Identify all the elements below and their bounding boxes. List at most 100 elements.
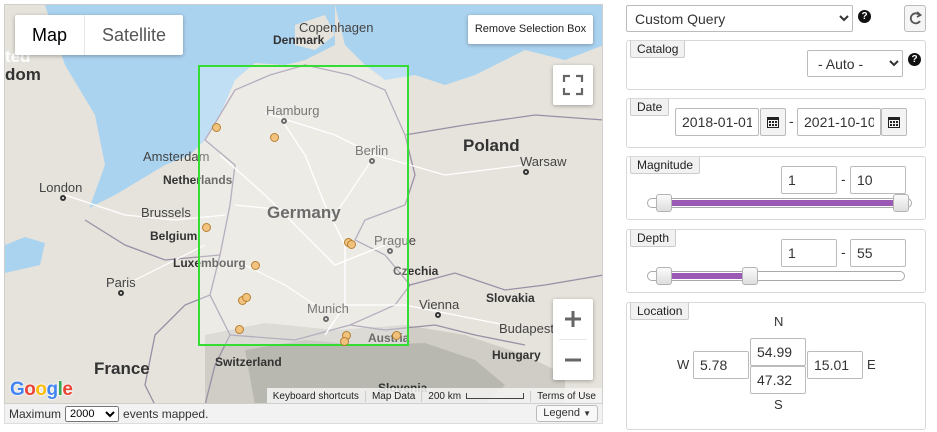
depth-panel: Depth - xyxy=(626,229,926,293)
max-events-select[interactable]: 2000 xyxy=(65,405,120,422)
east-input[interactable] xyxy=(807,351,863,379)
map-type-satellite-button[interactable]: Satellite xyxy=(85,15,183,55)
max-events-suffix: events mapped. xyxy=(123,406,209,421)
scale-indicator[interactable]: 200 km xyxy=(421,390,530,402)
city-dot xyxy=(523,169,529,175)
depth-label: Depth xyxy=(630,230,677,247)
label-denmark: Denmark xyxy=(273,33,325,47)
magnitude-max-handle[interactable] xyxy=(893,194,909,212)
legend-label: Legend xyxy=(543,407,581,419)
google-logo: Google xyxy=(10,379,73,400)
date-from-calendar-button[interactable] xyxy=(760,108,786,136)
label-london: London xyxy=(39,180,83,195)
east-label: E xyxy=(867,357,876,372)
location-label: Location xyxy=(630,303,690,320)
label-poland: Poland xyxy=(463,136,520,155)
minus-icon xyxy=(565,358,581,362)
magnitude-min-input[interactable] xyxy=(781,166,837,194)
map-type-control: Map Satellite xyxy=(15,15,184,55)
event-marker[interactable] xyxy=(347,240,356,249)
caret-down-icon: ▼ xyxy=(583,409,591,418)
label-switzerland: Switzerland xyxy=(215,355,282,369)
zoom-out-button[interactable] xyxy=(553,339,593,379)
date-separator: - xyxy=(789,113,794,129)
depth-max-input[interactable] xyxy=(850,239,906,267)
label-copenhagen: Copenhagen xyxy=(299,20,374,35)
date-panel: Date - xyxy=(626,98,926,148)
label-france: France xyxy=(94,359,150,378)
depth-min-input[interactable] xyxy=(781,239,837,267)
calendar-icon xyxy=(767,117,779,128)
calendar-icon xyxy=(888,117,900,128)
west-input[interactable] xyxy=(693,351,749,379)
south-input[interactable] xyxy=(750,366,806,394)
label-belgium: Belgium xyxy=(150,229,198,243)
refresh-icon xyxy=(909,11,923,25)
west-label: W xyxy=(677,357,690,372)
terms-of-use-link[interactable]: Terms of Use xyxy=(530,390,602,402)
date-to-input[interactable] xyxy=(797,108,881,136)
magnitude-slider-range xyxy=(664,200,901,206)
date-from-input[interactable] xyxy=(675,108,759,136)
magnitude-max-input[interactable] xyxy=(850,166,906,194)
depth-slider[interactable] xyxy=(647,267,905,285)
depth-separator: - xyxy=(841,244,846,260)
event-marker[interactable] xyxy=(340,337,349,346)
legend-button[interactable]: Legend ▼ xyxy=(536,405,598,422)
city-dot xyxy=(60,195,66,201)
scale-label: 200 km xyxy=(428,390,462,402)
fullscreen-button[interactable] xyxy=(553,65,593,105)
map-attribution: Keyboard shortcuts Map Data 200 km Terms… xyxy=(266,388,602,403)
north-input[interactable] xyxy=(750,338,806,366)
query-help-icon[interactable]: ? xyxy=(858,10,871,23)
magnitude-separator: - xyxy=(841,171,846,187)
catalog-panel: Catalog - Auto - ? xyxy=(626,40,926,90)
event-marker[interactable] xyxy=(212,123,221,132)
zoom-control xyxy=(553,299,593,380)
event-marker[interactable] xyxy=(235,325,244,334)
catalog-help-icon[interactable]: ? xyxy=(908,53,921,66)
label-dom: dom xyxy=(5,65,41,84)
event-marker[interactable] xyxy=(270,133,279,142)
max-events-prefix: Maximum xyxy=(9,406,62,421)
date-label: Date xyxy=(630,99,670,116)
keyboard-shortcuts-link[interactable]: Keyboard shortcuts xyxy=(267,391,365,402)
magnitude-label: Magnitude xyxy=(630,157,701,174)
selection-box[interactable] xyxy=(198,65,409,346)
city-dot xyxy=(435,312,441,318)
fullscreen-icon xyxy=(562,74,584,96)
map-data-link[interactable]: Map Data xyxy=(364,390,421,402)
south-label: S xyxy=(774,397,783,412)
label-brussels: Brussels xyxy=(141,205,191,220)
plus-icon xyxy=(565,311,581,327)
zoom-in-button[interactable] xyxy=(553,299,593,339)
refresh-button[interactable] xyxy=(904,5,926,32)
magnitude-min-handle[interactable] xyxy=(656,194,672,212)
north-label: N xyxy=(774,314,784,329)
magnitude-slider[interactable] xyxy=(647,194,912,212)
city-dot xyxy=(118,290,124,296)
map-footer: Maximum 2000 events mapped. Legend ▼ xyxy=(4,404,603,424)
scale-bar xyxy=(466,392,525,399)
event-marker[interactable] xyxy=(392,331,401,340)
location-panel: Location N W E S xyxy=(626,302,926,430)
magnitude-panel: Magnitude - xyxy=(626,156,926,220)
label-paris: Paris xyxy=(106,275,136,290)
depth-max-handle[interactable] xyxy=(742,267,758,285)
depth-slider-range xyxy=(664,273,750,279)
depth-min-handle[interactable] xyxy=(656,267,672,285)
label-warsaw: Warsaw xyxy=(520,154,567,169)
label-hungary: Hungary xyxy=(492,348,541,362)
event-marker[interactable] xyxy=(251,261,260,270)
label-slovakia: Slovakia xyxy=(486,291,535,305)
date-to-calendar-button[interactable] xyxy=(881,108,907,136)
catalog-select[interactable]: - Auto - xyxy=(807,50,903,77)
label-budapest: Budapest xyxy=(499,321,554,336)
event-marker[interactable] xyxy=(242,293,251,302)
map-type-map-button[interactable]: Map xyxy=(15,15,84,55)
remove-selection-box-button[interactable]: Remove Selection Box xyxy=(468,15,593,44)
query-select[interactable]: Custom Query xyxy=(626,5,853,32)
map-canvas[interactable]: Germany Poland France Denmark Czechia Sl… xyxy=(4,4,603,404)
event-marker[interactable] xyxy=(202,223,211,232)
catalog-label: Catalog xyxy=(630,41,686,58)
